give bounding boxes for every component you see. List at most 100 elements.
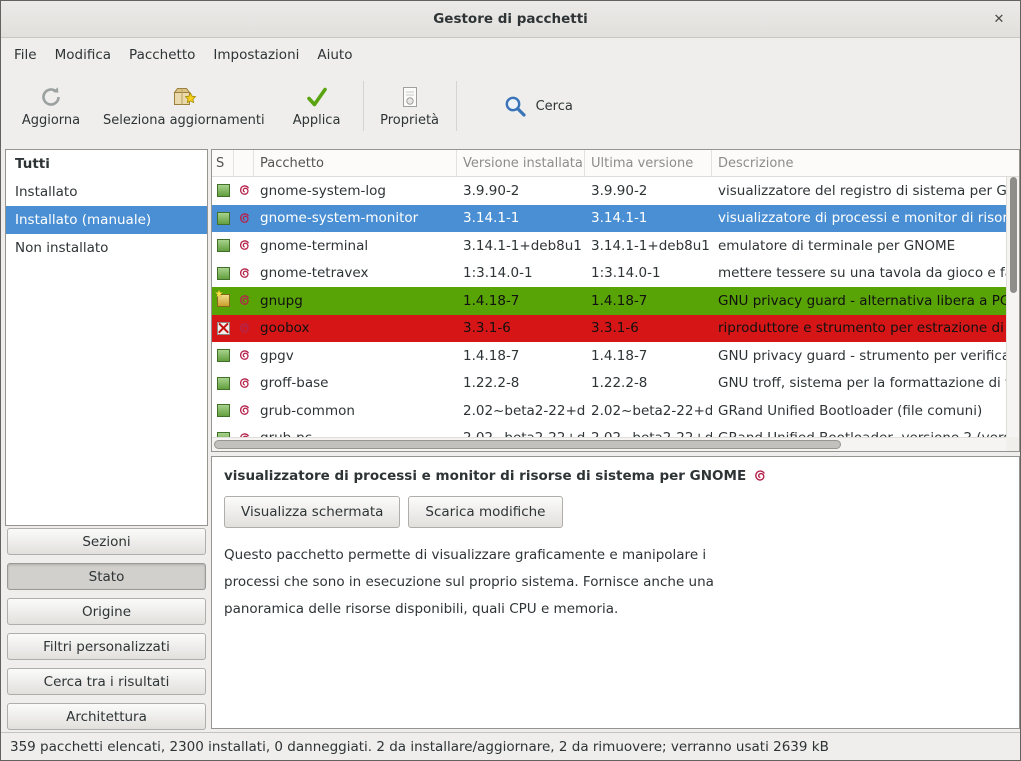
supported-emblem-icon <box>238 184 251 197</box>
supported-emblem-icon <box>238 267 251 280</box>
column-header-installed-version[interactable]: Versione installata <box>457 150 585 176</box>
supported-emblem-icon <box>238 404 251 417</box>
installed-version: 1.4.18-7 <box>457 342 585 370</box>
menu-impostazioni[interactable]: Impostazioni <box>204 41 308 69</box>
installed-version: 3.3.1-6 <box>457 315 585 343</box>
status-icon <box>217 239 230 252</box>
reload-button[interactable]: Aggiorna <box>9 80 93 132</box>
search-icon <box>503 94 527 118</box>
filter-item-non-installato[interactable]: Non installato <box>6 234 207 262</box>
sections-button[interactable]: Sezioni <box>7 528 206 555</box>
package-name: gpgv <box>254 342 457 370</box>
latest-version: 1.4.18-7 <box>585 287 712 315</box>
horizontal-scrollbar-thumb[interactable] <box>214 440 841 449</box>
filter-item-installato-manuale[interactable]: Installato (manuale) <box>6 206 207 234</box>
status-icon <box>217 294 230 307</box>
supported-emblem-icon <box>753 469 767 483</box>
package-description: GRand Unified Bootloader, versione 2 (ve… <box>712 425 1006 438</box>
column-header-emblem[interactable] <box>234 150 254 176</box>
table-row[interactable]: gnome-system-log 3.9.90-2 3.9.90-2 visua… <box>212 177 1006 205</box>
package-description: emulatore di terminale per GNOME <box>712 232 1006 260</box>
titlebar: Gestore di pacchetti ✕ <box>1 1 1020 38</box>
package-name: gnome-tetravex <box>254 260 457 288</box>
table-header: S Pacchetto Versione installata Ultima v… <box>212 150 1019 177</box>
column-header-package[interactable]: Pacchetto <box>254 150 457 176</box>
menu-file[interactable]: File <box>5 41 46 69</box>
table-row[interactable]: goobox 3.3.1-6 3.3.1-6 riproduttore e st… <box>212 315 1006 343</box>
custom-filters-button[interactable]: Filtri personalizzati <box>7 633 206 660</box>
status-button[interactable]: Stato <box>7 563 206 590</box>
close-icon[interactable]: ✕ <box>990 10 1008 28</box>
package-name: grub-common <box>254 397 457 425</box>
origin-button[interactable]: Origine <box>7 598 206 625</box>
status-icon <box>217 322 230 335</box>
latest-version: 2.02~beta2-22+deb8u1 <box>585 397 712 425</box>
table-row[interactable]: grub-pc 2.02~beta2-22+deb8u1 2.02~beta2-… <box>212 425 1006 438</box>
latest-version: 3.14.1-1 <box>585 205 712 233</box>
properties-label: Proprietà <box>380 113 439 128</box>
architecture-button[interactable]: Architettura <box>7 703 206 730</box>
status-icon <box>217 184 230 197</box>
mark-upgrades-button[interactable]: Seleziona aggiornamenti <box>93 80 275 132</box>
latest-version: 1.4.18-7 <box>585 342 712 370</box>
installed-version: 2.02~beta2-22+deb8u1 <box>457 425 585 438</box>
supported-emblem-icon <box>238 322 251 335</box>
get-screenshot-button[interactable]: Visualizza schermata <box>224 496 400 528</box>
search-results-button[interactable]: Cerca tra i risultati <box>7 668 206 695</box>
package-table: S Pacchetto Versione installata Ultima v… <box>211 149 1020 452</box>
table-row[interactable]: gpgv 1.4.18-7 1.4.18-7 GNU privacy guard… <box>212 342 1006 370</box>
status-icon <box>217 349 230 362</box>
menu-modifica[interactable]: Modifica <box>46 41 120 69</box>
installed-version: 1.4.18-7 <box>457 287 585 315</box>
description-line: panoramica delle risorse disponibili, qu… <box>224 596 1007 623</box>
column-header-latest-version[interactable]: Ultima versione <box>585 150 712 176</box>
installed-version: 3.14.1-1 <box>457 205 585 233</box>
package-description: mettere tessere su una tavola da gioco e… <box>712 260 1006 288</box>
vertical-scrollbar-thumb[interactable] <box>1010 177 1017 293</box>
status-icon <box>217 404 230 417</box>
supported-emblem-icon <box>238 294 251 307</box>
details-title: visualizzatore di processi e monitor di … <box>224 468 746 484</box>
table-row[interactable]: groff-base 1.22.2-8 1.22.2-8 GNU troff, … <box>212 370 1006 398</box>
installed-version: 1.22.2-8 <box>457 370 585 398</box>
package-description: riproduttore e strumento per estrazione … <box>712 315 1006 343</box>
apply-label: Applica <box>293 113 341 128</box>
table-row[interactable]: gnome-tetravex 1:3.14.0-1 1:3.14.0-1 met… <box>212 260 1006 288</box>
filter-item-tutti[interactable]: Tutti <box>6 150 207 178</box>
filter-item-installato[interactable]: Installato <box>6 178 207 206</box>
filter-list: Tutti Installato Installato (manuale) No… <box>5 149 208 526</box>
vertical-scrollbar[interactable] <box>1006 177 1019 437</box>
table-row[interactable]: gnupg 1.4.18-7 1.4.18-7 GNU privacy guar… <box>212 287 1006 315</box>
latest-version: 3.3.1-6 <box>585 315 712 343</box>
apply-checkmark-icon <box>304 84 330 110</box>
latest-version: 3.14.1-1+deb8u1 <box>585 232 712 260</box>
table-row[interactable]: gnome-terminal 3.14.1-1+deb8u1 3.14.1-1+… <box>212 232 1006 260</box>
refresh-icon <box>38 84 64 110</box>
table-row[interactable]: gnome-system-monitor 3.14.1-1 3.14.1-1 v… <box>212 205 1006 233</box>
statusbar-text: 359 pacchetti elencati, 2300 installati,… <box>10 739 829 755</box>
apply-button[interactable]: Applica <box>275 80 359 132</box>
package-name: gnome-system-monitor <box>254 205 457 233</box>
right-pane: S Pacchetto Versione installata Ultima v… <box>210 149 1020 732</box>
table-row[interactable]: grub-common 2.02~beta2-22+deb8u1 2.02~be… <box>212 397 1006 425</box>
package-description: GNU troff, sistema per la formattazione … <box>712 370 1006 398</box>
package-rows: gnome-system-log 3.9.90-2 3.9.90-2 visua… <box>212 177 1006 437</box>
menu-aiuto[interactable]: Aiuto <box>308 41 361 69</box>
package-description: GRand Unified Bootloader (file comuni) <box>712 397 1006 425</box>
properties-button[interactable]: Proprietà <box>368 80 452 132</box>
status-icon <box>217 212 230 225</box>
latest-version: 2.02~beta2-22+deb8u1 <box>585 425 712 438</box>
package-name: gnome-system-log <box>254 177 457 205</box>
column-header-description[interactable]: Descrizione <box>712 150 1019 176</box>
package-description: GNU privacy guard - strumento per verifi… <box>712 342 1006 370</box>
package-name: gnome-terminal <box>254 232 457 260</box>
get-changelog-button[interactable]: Scarica modifiche <box>408 496 562 528</box>
package-name: grub-pc <box>254 425 457 438</box>
search-button[interactable]: Cerca <box>487 84 589 128</box>
description-line: processi che sono in esecuzione sul prop… <box>224 569 1007 596</box>
column-header-status[interactable]: S <box>212 150 234 176</box>
mark-upgrades-icon <box>171 84 197 110</box>
details-panel: visualizzatore di processi e monitor di … <box>211 456 1020 729</box>
horizontal-scrollbar[interactable] <box>212 437 1006 451</box>
menu-pacchetto[interactable]: Pacchetto <box>120 41 204 69</box>
